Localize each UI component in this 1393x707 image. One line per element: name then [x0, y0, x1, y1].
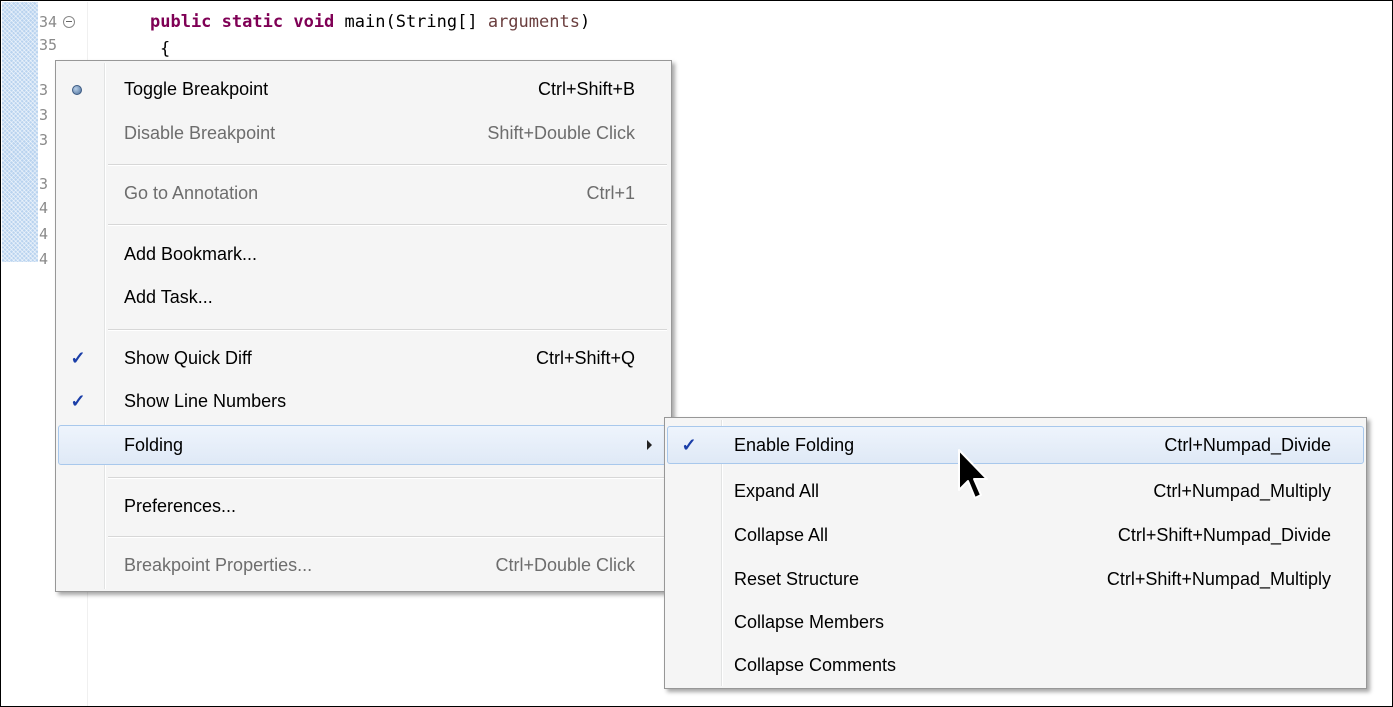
menu-separator [108, 164, 667, 166]
line-number: 3 [39, 175, 49, 193]
menu-item-disable-breakpoint[interactable]: Disable Breakpoint Shift+Double Click [58, 117, 669, 149]
menu-item-expand-all[interactable]: Expand All Ctrl+Numpad_Multiply [667, 475, 1364, 507]
menu-item-label: Show Line Numbers [124, 391, 287, 411]
menu-item-shortcut: Ctrl+Shift+Numpad_Divide [1117, 525, 1331, 545]
menu-item-shortcut: Ctrl+1 [586, 183, 635, 203]
checkmark-icon: ✓ [681, 435, 697, 455]
menu-item-shortcut: Ctrl+Shift+Numpad_Multiply [1106, 569, 1331, 589]
code-line-main-signature[interactable]: public static void main(String[] argumen… [150, 11, 590, 33]
menu-separator [108, 477, 667, 479]
menu-item-label: Reset Structure [734, 569, 860, 589]
menu-item-show-line-numbers[interactable]: ✓ Show Line Numbers [58, 385, 669, 417]
line-number: 3 [39, 81, 49, 99]
line-number: 3 [39, 131, 49, 149]
menu-item-label: Collapse Comments [734, 655, 897, 675]
line-number: 4 [39, 199, 49, 217]
folding-submenu: ✓ Enable Folding Ctrl+Numpad_Divide Expa… [664, 417, 1367, 689]
menu-item-label: Go to Annotation [124, 183, 259, 203]
line-number: 4 [39, 225, 49, 243]
menu-item-label: Enable Folding [734, 435, 855, 455]
parameter-name: arguments [487, 12, 580, 32]
method-signature-text: main(String[] [334, 12, 488, 32]
menu-item-folding[interactable]: Folding [58, 425, 669, 465]
menu-item-label: Preferences... [124, 496, 237, 516]
menu-item-shortcut: Ctrl+Shift+Q [535, 348, 635, 368]
line-number: 3 [39, 106, 49, 124]
menu-item-shortcut: Ctrl+Double Click [495, 555, 635, 575]
menu-item-collapse-comments[interactable]: Collapse Comments [667, 649, 1364, 681]
menu-item-go-to-annotation[interactable]: Go to Annotation Ctrl+1 [58, 177, 669, 209]
menu-item-shortcut: Ctrl+Numpad_Divide [1164, 435, 1331, 455]
menu-item-collapse-members[interactable]: Collapse Members [667, 606, 1364, 638]
menu-item-toggle-breakpoint[interactable]: Toggle Breakpoint Ctrl+Shift+B [58, 73, 669, 105]
menu-item-breakpoint-properties[interactable]: Breakpoint Properties... Ctrl+Double Cli… [58, 549, 669, 581]
submenu-arrow-icon [647, 440, 652, 450]
menu-item-label: Breakpoint Properties... [124, 555, 313, 575]
line-number: 4 [39, 250, 49, 268]
menu-item-label: Add Task... [124, 287, 213, 307]
keyword-static: static [221, 12, 284, 32]
menu-item-shortcut: Ctrl+Numpad_Multiply [1153, 481, 1331, 501]
code-open-brace: { [160, 39, 171, 59]
annotation-ruler[interactable] [2, 2, 38, 706]
menu-item-label: Expand All [734, 481, 820, 501]
menu-item-label: Disable Breakpoint [124, 123, 276, 143]
menu-item-add-bookmark[interactable]: Add Bookmark... [58, 238, 669, 270]
menu-separator [108, 224, 667, 226]
keyword-public: public [150, 12, 212, 32]
menu-item-shortcut: Shift+Double Click [487, 123, 635, 143]
fold-collapse-icon[interactable] [63, 16, 75, 28]
menu-item-label: Show Quick Diff [124, 348, 252, 368]
menu-item-preferences[interactable]: Preferences... [58, 490, 669, 522]
checkmark-icon: ✓ [70, 348, 86, 368]
checkmark-icon: ✓ [70, 391, 86, 411]
menu-item-label: Add Bookmark... [124, 244, 258, 264]
menu-item-collapse-all[interactable]: Collapse All Ctrl+Shift+Numpad_Divide [667, 519, 1364, 551]
menu-item-show-quick-diff[interactable]: ✓ Show Quick Diff Ctrl+Shift+Q [58, 342, 669, 374]
menu-item-add-task[interactable]: Add Task... [58, 281, 669, 313]
menu-separator [108, 536, 667, 538]
menu-item-enable-folding[interactable]: ✓ Enable Folding Ctrl+Numpad_Divide [667, 426, 1364, 464]
menu-item-label: Collapse All [734, 525, 829, 545]
menu-item-reset-structure[interactable]: Reset Structure Ctrl+Shift+Numpad_Multip… [667, 563, 1364, 595]
ruler-context-menu: Toggle Breakpoint Ctrl+Shift+B Disable B… [55, 60, 672, 592]
breakpoint-dot-icon [72, 85, 82, 95]
keyword-void: void [293, 12, 335, 32]
menu-item-label: Collapse Members [734, 612, 885, 632]
line-number: 34 [39, 13, 58, 31]
menu-item-label: Toggle Breakpoint [124, 79, 269, 99]
menu-separator [108, 329, 667, 331]
mouse-pointer-icon [958, 449, 988, 499]
quick-diff-bar [2, 2, 38, 262]
menu-item-label: Folding [124, 435, 184, 455]
line-number: 35 [39, 36, 58, 54]
menu-item-shortcut: Ctrl+Shift+B [537, 79, 635, 99]
signature-close-paren: ) [579, 12, 591, 32]
